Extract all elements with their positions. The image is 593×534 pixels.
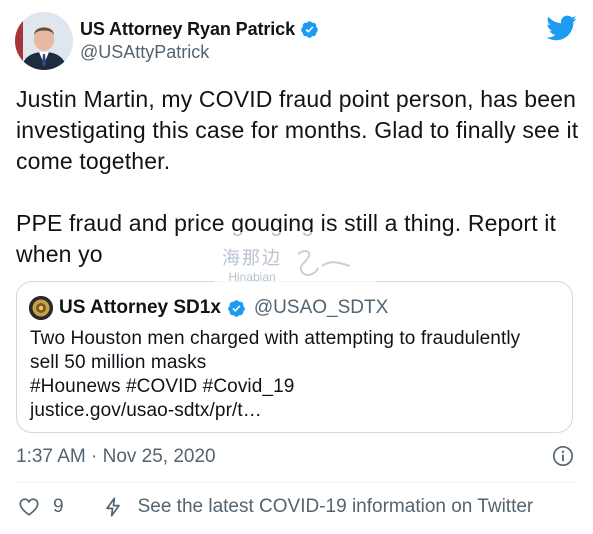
quoted-hashtags[interactable]: #Hounews #COVID #Covid_19 — [30, 375, 570, 399]
quoted-author-name: US Attorney SD1x — [59, 297, 221, 318]
like-count: 9 — [53, 496, 64, 517]
twitter-bird-icon[interactable] — [545, 14, 577, 42]
author-handle[interactable]: @USAttyPatrick — [80, 42, 209, 63]
quoted-text-line: sell 50 million masks — [30, 352, 207, 373]
watermark: 海那边 Hinabian — [214, 232, 376, 296]
tweet-actions: 9 See the latest COVID-19 information on… — [18, 496, 533, 518]
watermark-en: Hinabian — [228, 270, 276, 284]
tweet-timestamp[interactable]: 1:37 AM · Nov 25, 2020 — [16, 446, 216, 468]
info-icon[interactable] — [552, 445, 574, 467]
verified-badge-icon — [228, 299, 245, 317]
tweet-paragraph: Justin Martin, my COVID fraud point pers… — [16, 86, 579, 174]
quoted-author-handle: @USAO_SDTX — [253, 297, 389, 318]
quoted-author-avatar — [29, 296, 53, 320]
watermark-cn: 海那边 — [222, 248, 282, 268]
author-name-row: US Attorney Ryan Patrick — [80, 19, 319, 40]
quoted-tweet-header: US Attorney SD1x @USAO_SDTX — [29, 296, 388, 320]
heart-icon[interactable] — [18, 496, 40, 518]
quoted-tweet-text: Two Houston men charged with attempting … — [30, 327, 570, 423]
quoted-tweet-card[interactable]: US Attorney SD1x @USAO_SDTX Two Houston … — [16, 281, 573, 433]
quoted-link[interactable]: justice.gov/usao-sdtx/pr/t… — [30, 399, 570, 423]
watermark-text: 海那边 Hinabian — [222, 244, 282, 284]
watermark-swirl-icon — [297, 250, 351, 276]
author-name[interactable]: US Attorney Ryan Patrick — [80, 19, 295, 40]
lightning-bolt-icon — [105, 497, 120, 517]
covid-info-link[interactable]: See the latest COVID-19 information on T… — [138, 496, 534, 518]
quoted-text-line: Two Houston men charged with attempting … — [30, 328, 521, 349]
author-avatar[interactable] — [15, 12, 73, 70]
divider — [16, 482, 577, 483]
verified-badge-icon — [301, 21, 318, 38]
